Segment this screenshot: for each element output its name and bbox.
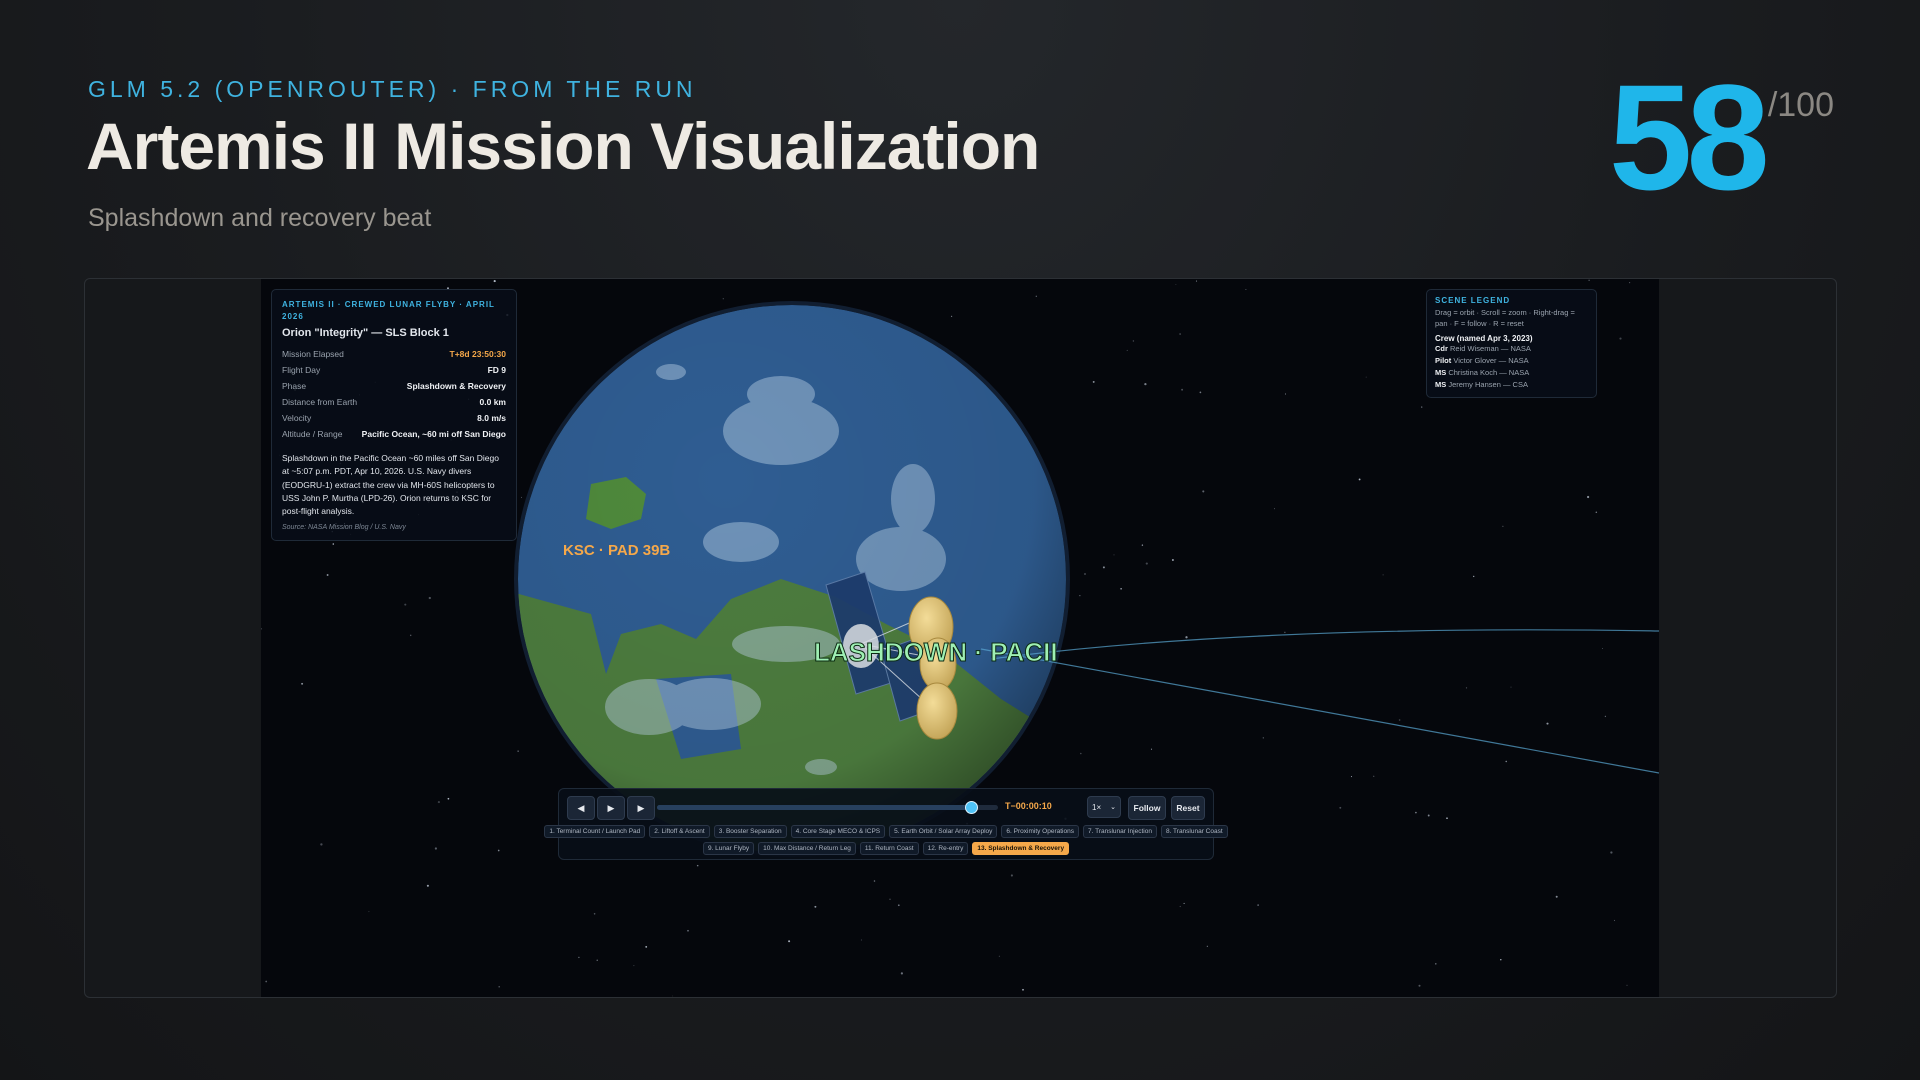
vehicle-title: Orion "Integrity" — SLS Block 1 (282, 327, 449, 339)
prev-phase-button[interactable]: ◀ (567, 796, 595, 820)
phase-chip[interactable]: 1. Terminal Count / Launch Pad (544, 825, 646, 838)
scene-legend-panel: SCENE LEGEND Drag = orbit · Scroll = zoo… (1426, 289, 1597, 398)
phase-chip[interactable]: 13. Splashdown & Recovery (972, 842, 1070, 855)
source-note: Source: NASA Mission Blog / U.S. Navy (282, 524, 406, 532)
trajectory-line (990, 629, 1659, 660)
mission-kicker: ARTEMIS II · CREWED LUNAR FLYBY · APRIL … (282, 300, 495, 321)
phase-chip[interactable]: 5. Earth Orbit / Solar Array Deploy (889, 825, 998, 838)
legend-title: SCENE LEGEND (1435, 296, 1511, 305)
controls-help: Drag = orbit · Scroll = zoom · Right-dra… (1435, 308, 1575, 328)
page-title: Artemis II Mission Visualization (86, 109, 1040, 183)
info-row: Velocity 8.0 m/s (282, 410, 506, 426)
info-key: Distance from Earth (282, 397, 358, 407)
phase-chip[interactable]: 10. Max Distance / Return Leg (758, 842, 856, 855)
info-row: Distance from Earth 0.0 km (282, 394, 506, 410)
info-value: T+8d 23:50:30 (449, 349, 506, 359)
mission-clock: T−00:00:10 (1005, 801, 1052, 811)
info-value: Splashdown & Recovery (406, 381, 506, 391)
timeline-slider[interactable] (657, 801, 998, 814)
phase-row-2: 9. Lunar Flyby 10. Max Distance / Return … (559, 842, 1213, 855)
ksc-label: KSC · PAD 39B (563, 542, 670, 559)
score-value: 58 (1608, 53, 1770, 221)
phase-chip[interactable]: 11. Return Coast (859, 842, 919, 855)
crew-heading: Crew (named Apr 3, 2023) (1435, 334, 1533, 343)
crew-member: Cdr Reid Wiseman — NASA (1435, 344, 1531, 353)
speed-select[interactable]: 1× ⌄ (1087, 796, 1121, 818)
play-button[interactable]: ▶ (597, 796, 625, 820)
phase-row-1: 1. Terminal Count / Launch Pad 2. Liftoff… (544, 825, 1228, 838)
crew-member: Pilot Victor Glover — NASA (1435, 356, 1529, 365)
info-key: Flight Day (282, 365, 321, 375)
phase-chip[interactable]: 12. Re-entry (922, 842, 969, 855)
info-value: 8.0 m/s (477, 413, 506, 423)
phase-chip[interactable]: 9. Lunar Flyby (702, 842, 755, 855)
follow-button[interactable]: Follow (1128, 796, 1166, 820)
crew-member: MS Jeremy Hansen — CSA (1435, 380, 1528, 389)
phase-chip[interactable]: 7. Translunar Injection (1082, 825, 1157, 838)
phase-chip[interactable]: 3. Booster Separation (713, 825, 787, 838)
info-row: Flight Day FD 9 (282, 362, 506, 378)
info-row: Phase Splashdown & Recovery (282, 378, 506, 394)
info-value: Pacific Ocean, ~60 mi off San Diego (361, 429, 506, 439)
reset-button[interactable]: Reset (1171, 796, 1205, 820)
timeline-fill (657, 805, 971, 810)
return-leg-line (980, 648, 1659, 774)
page-subtitle: Splashdown and recovery beat (88, 204, 432, 232)
info-row: Altitude / Range Pacific Ocean, ~60 mi of… (282, 426, 506, 442)
info-key: Phase (282, 381, 307, 391)
info-key: Mission Elapsed (282, 349, 344, 359)
info-key: Velocity (282, 413, 312, 423)
score: 58 /100 (1609, 62, 1834, 212)
phase-chip[interactable]: 2. Liftoff & Ascent (649, 825, 710, 838)
playback-controls: ◀ ▶ ▶ T−00:00:10 1× ⌄ Follow Reset 1. Te… (544, 788, 1228, 860)
chevron-down-icon: ⌄ (1110, 804, 1116, 811)
3d-viewport[interactable]: KSC · PAD 39B LASHDOWN · PACII ARTEMIS I… (261, 279, 1659, 997)
phase-chip[interactable]: 8. Translunar Coast (1160, 825, 1228, 838)
screenshot-frame: KSC · PAD 39B LASHDOWN · PACII ARTEMIS I… (84, 278, 1837, 998)
header-kicker: GLM 5.2 (OPENROUTER) · FROM THE RUN (88, 76, 697, 102)
score-max: /100 (1767, 86, 1834, 124)
phase-description: Splashdown in the Pacific Ocean ~60 mile… (282, 453, 499, 517)
info-value: 0.0 km (479, 397, 506, 407)
info-row: Mission Elapsed T+8d 23:50:30 (282, 346, 506, 362)
mission-info-panel: ARTEMIS II · CREWED LUNAR FLYBY · APRIL … (271, 289, 517, 542)
info-key: Altitude / Range (282, 429, 343, 439)
next-phase-button[interactable]: ▶ (627, 796, 655, 820)
info-value: FD 9 (487, 365, 506, 375)
crew-member: MS Christina Koch — NASA (1435, 368, 1530, 377)
splashdown-label: LASHDOWN · PACII (814, 637, 1058, 667)
speed-value: 1× (1092, 802, 1102, 812)
timeline-thumb[interactable] (964, 801, 978, 814)
phase-chip[interactable]: 6. Proximity Operations (1001, 825, 1079, 838)
phase-chip[interactable]: 4. Core Stage MECO & ICPS (790, 825, 886, 838)
